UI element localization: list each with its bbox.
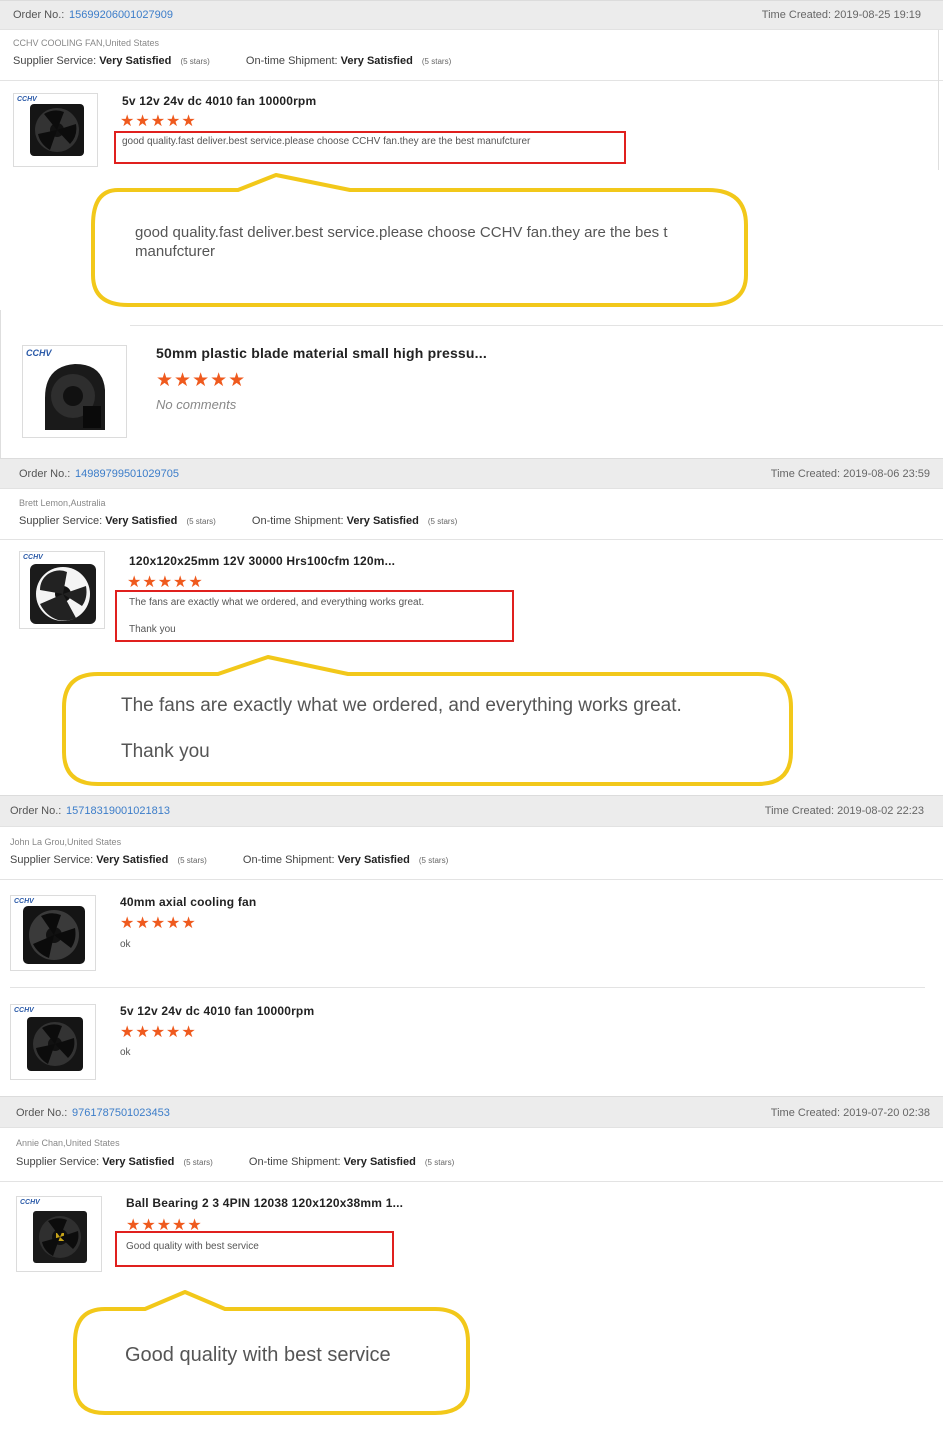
divider <box>0 80 943 81</box>
review-comment: ok <box>120 939 131 950</box>
shipment-stars: (5 stars) <box>421 57 452 66</box>
supplier-service-value: Very Satisfied <box>96 854 169 866</box>
supplier-service-label: Supplier Service: <box>13 55 97 67</box>
review-comment: Thank you <box>129 624 176 635</box>
product-thumbnail[interactable]: CCHV <box>19 551 105 629</box>
product-title[interactable]: 50mm plastic blade material small high p… <box>156 345 487 361</box>
callout-text: Thank you <box>121 741 210 762</box>
supplier-service-stars: (5 stars) <box>180 57 210 66</box>
order-no-label: Order No.: <box>16 1107 68 1119</box>
shipment-stars: (5 stars) <box>418 856 449 865</box>
brand-logo: CCHV <box>26 348 52 358</box>
callout-text: The fans are exactly what we ordered, an… <box>121 695 682 716</box>
order-no-link[interactable]: 15699206001027909 <box>69 9 173 21</box>
buyer-name: Annie Chan,United States <box>16 1138 120 1148</box>
order-no-link[interactable]: 9761787501023453 <box>72 1107 170 1119</box>
service-ratings: Supplier Service: Very Satisfied (5 star… <box>10 854 448 866</box>
supplier-service-stars: (5 stars) <box>186 517 216 526</box>
time-created: Time Created: 2019-07-20 02:38 <box>770 1107 930 1119</box>
time-created: Time Created: 2019-08-02 22:23 <box>764 805 924 817</box>
order-header: Order No.: 15699206001027909 Time Create… <box>0 0 943 30</box>
order-no-link[interactable]: 15718319001021813 <box>66 805 170 817</box>
brand-logo: CCHV <box>17 96 37 103</box>
product-thumbnail[interactable]: CCHV <box>13 93 98 167</box>
no-comments-text: No comments <box>156 397 237 412</box>
order-header: Order No.: 9761787501023453 Time Created… <box>0 1096 943 1128</box>
brand-logo: CCHV <box>14 898 34 905</box>
order-header: Order No.: 14989799501029705 Time Create… <box>0 458 943 489</box>
brand-logo: CCHV <box>20 1199 40 1206</box>
divider <box>10 987 925 988</box>
brand-logo: CCHV <box>23 554 43 561</box>
product-thumbnail[interactable]: CCHV <box>22 345 127 438</box>
review-comment: good quality.fast deliver.best service.p… <box>122 136 531 147</box>
shipment-value: Very Satisfied <box>337 854 410 866</box>
blower-fan-icon <box>45 364 105 430</box>
rating-stars: ★★★★★ <box>120 915 197 932</box>
order-no-label: Order No.: <box>13 9 65 21</box>
fan-icon <box>23 906 85 964</box>
time-created: Time Created: 2019-08-25 19:19 <box>761 9 921 21</box>
buyer-name: John La Grou,United States <box>10 837 122 847</box>
service-ratings: Supplier Service: Very Satisfied (5 star… <box>16 1156 454 1168</box>
review-comment: ok <box>120 1047 131 1058</box>
service-ratings: Supplier Service: Very Satisfied (5 star… <box>19 515 457 527</box>
shipment-label: On-time Shipment: <box>248 1156 341 1168</box>
order-header: Order No.: 15718319001021813 Time Create… <box>0 795 943 827</box>
product-title[interactable]: 5v 12v 24v dc 4010 fan 10000rpm <box>122 94 316 108</box>
divider <box>130 325 943 326</box>
fan-icon <box>27 1017 83 1071</box>
supplier-service-stars: (5 stars) <box>183 1158 213 1167</box>
callout-text: Good quality with best service <box>125 1344 391 1366</box>
rating-stars: ★★★★★ <box>120 113 197 130</box>
fan-icon <box>30 564 96 624</box>
shipment-label: On-time Shipment: <box>242 854 335 866</box>
product-thumbnail[interactable]: CCHV <box>16 1196 102 1272</box>
divider <box>0 539 943 540</box>
shipment-stars: (5 stars) <box>424 1158 455 1167</box>
shipment-value: Very Satisfied <box>346 515 419 527</box>
shipment-value: Very Satisfied <box>343 1156 416 1168</box>
shipment-label: On-time Shipment: <box>251 515 344 527</box>
order-no-label: Order No.: <box>10 805 62 817</box>
callout-text: good quality.fast deliver.best service.p… <box>135 224 668 260</box>
order-no-link[interactable]: 14989799501029705 <box>75 468 179 480</box>
divider <box>0 1181 943 1182</box>
service-ratings: Supplier Service: Very Satisfied (5 star… <box>13 55 451 67</box>
shipment-value: Very Satisfied <box>340 55 413 67</box>
divider <box>0 879 943 880</box>
supplier-service-label: Supplier Service: <box>10 854 94 866</box>
shipment-label: On-time Shipment: <box>245 55 338 67</box>
product-title[interactable]: Ball Bearing 2 3 4PIN 12038 120x120x38mm… <box>126 1196 403 1210</box>
supplier-service-value: Very Satisfied <box>102 1156 175 1168</box>
product-title[interactable]: 5v 12v 24v dc 4010 fan 10000rpm <box>120 1004 314 1018</box>
buyer-name: Brett Lemon,Australia <box>19 498 106 508</box>
rating-stars: ★★★★★ <box>156 370 247 391</box>
supplier-service-value: Very Satisfied <box>105 515 178 527</box>
rating-stars: ★★★★★ <box>120 1024 197 1041</box>
fan-icon <box>30 104 84 156</box>
rating-stars: ★★★★★ <box>127 574 204 591</box>
shipment-stars: (5 stars) <box>427 517 458 526</box>
fan-icon <box>33 1211 87 1263</box>
brand-logo: CCHV <box>14 1007 34 1014</box>
callout-bubble <box>62 655 793 786</box>
supplier-service-label: Supplier Service: <box>16 1156 100 1168</box>
supplier-service-label: Supplier Service: <box>19 515 103 527</box>
review-comment: Good quality with best service <box>126 1241 259 1252</box>
supplier-service-value: Very Satisfied <box>99 55 172 67</box>
buyer-name: CCHV COOLING FAN,United States <box>13 38 160 48</box>
time-created: Time Created: 2019-08-06 23:59 <box>770 468 930 480</box>
divider <box>938 30 939 170</box>
product-thumbnail[interactable]: CCHV <box>10 895 96 971</box>
supplier-service-stars: (5 stars) <box>177 856 207 865</box>
review-comment: The fans are exactly what we ordered, an… <box>129 597 425 608</box>
divider <box>0 310 1 458</box>
product-title[interactable]: 120x120x25mm 12V 30000 Hrs100cfm 120m... <box>129 554 395 568</box>
product-thumbnail[interactable]: CCHV <box>10 1004 96 1080</box>
product-title[interactable]: 40mm axial cooling fan <box>120 895 256 909</box>
order-no-label: Order No.: <box>19 468 71 480</box>
